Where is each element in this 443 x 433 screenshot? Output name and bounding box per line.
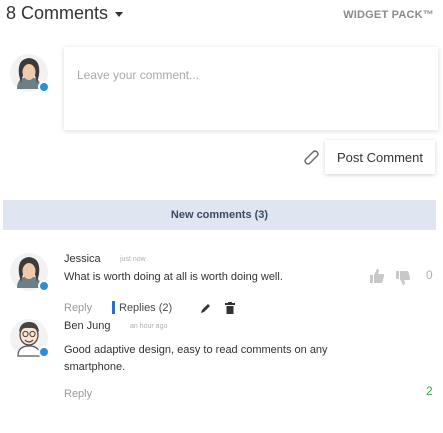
comment-time: just now: [120, 256, 146, 263]
user-avatar: [9, 53, 50, 93]
comment-text-line1: Good adaptive design, easy to read comme…: [64, 344, 328, 356]
reply-button[interactable]: Reply: [64, 302, 92, 314]
caret-down-icon: [115, 12, 124, 17]
comment-text: What is worth doing at all is worth doin…: [64, 271, 283, 283]
delete-icon[interactable]: [225, 302, 235, 314]
comment-text-line2: smartphone.: [64, 361, 126, 373]
comment-time: an hour ago: [130, 323, 168, 330]
comment-input-placeholder: Leave your comment...: [77, 68, 200, 82]
commenter-avatar[interactable]: [9, 318, 50, 358]
post-comment-button[interactable]: Post Comment: [325, 140, 435, 174]
attachment-icon[interactable]: [302, 148, 320, 166]
thumbs-down-icon[interactable]: [395, 270, 411, 286]
commenter-avatar[interactable]: [9, 252, 50, 292]
replies-label: Replies (2): [119, 301, 173, 314]
vote-count: 2: [426, 384, 433, 398]
new-comments-bar[interactable]: New comments (3): [3, 200, 436, 230]
replies-indicator: [112, 301, 115, 314]
thumbs-up-icon[interactable]: [369, 268, 385, 284]
vote-count: 0: [426, 268, 433, 282]
replies-toggle[interactable]: Replies (2): [112, 301, 172, 314]
brand-link[interactable]: WIDGET PACK™: [343, 9, 434, 21]
reply-button[interactable]: Reply: [64, 388, 92, 400]
comments-count-dropdown[interactable]: 8 Comments: [6, 3, 124, 24]
online-indicator-icon: [38, 81, 50, 93]
online-indicator-icon: [38, 346, 50, 358]
comments-count-label: 8 Comments: [6, 3, 109, 23]
header: 8 Comments WIDGET PACK™: [6, 3, 436, 29]
comment-input[interactable]: Leave your comment...: [64, 47, 438, 130]
comment-author[interactable]: Jessica: [64, 253, 101, 265]
edit-icon[interactable]: [200, 303, 211, 314]
comment-author[interactable]: Ben Jung: [64, 320, 110, 332]
online-indicator-icon: [38, 280, 50, 292]
